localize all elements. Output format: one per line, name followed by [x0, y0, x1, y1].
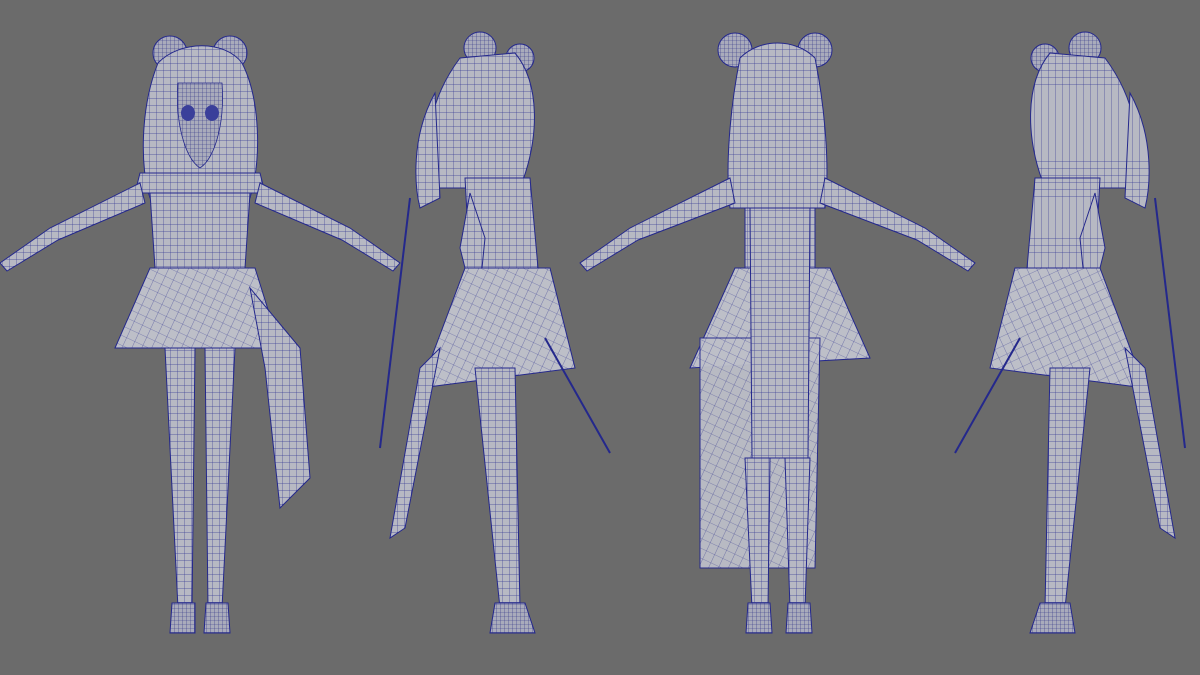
character-side-right-view: [379, 31, 611, 634]
character-side-left-view: [954, 31, 1186, 634]
character-back-view: [579, 32, 976, 634]
character-front-view: [0, 35, 401, 634]
wireframe-render: [0, 31, 1186, 634]
modeling-viewport[interactable]: [0, 0, 1200, 675]
